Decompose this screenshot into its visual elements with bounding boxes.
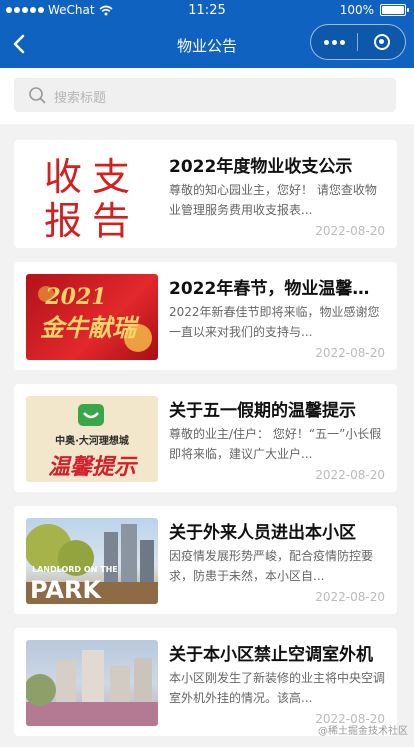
notice-card[interactable]: 关于本小区禁止空调室外机 本小区刚发生了新装修的业主将中央空调室外机外挂的情况。…	[14, 628, 397, 736]
notice-title: 关于本小区禁止空调室外机	[169, 645, 373, 665]
notice-desc: 本小区刚发生了新装修的业主将中央空调室外机外挂的情况。该高...	[169, 671, 385, 705]
notice-title: 2022年度物业收支公示	[169, 157, 353, 177]
notice-date: 2022-08-20	[315, 468, 385, 482]
thumb-text-line1: 中奥·大河理想城	[55, 434, 129, 447]
miniprogram-capsule	[310, 24, 406, 60]
more-menu-button[interactable]	[311, 25, 357, 59]
thumb-text-line2: PARK	[30, 576, 102, 604]
thumb-text-line1: 2021	[44, 284, 106, 310]
search-bar: 搜索标题	[0, 68, 414, 124]
battery-percent: 100%	[339, 3, 374, 17]
battery-area: 100%	[339, 3, 409, 17]
notice-card[interactable]: 中奥·大河理想城 温馨提示 关于五一假期的温馨提示 尊敬的业主/住户： 您好！“…	[14, 384, 397, 492]
notice-card[interactable]: 2021 金牛献瑞 2022年春节，物业温馨提示 2022年新春佳节即将来临，物…	[14, 262, 397, 370]
notice-title: 关于五一假期的温馨提示	[169, 401, 356, 421]
notice-thumbnail: 收支 报告	[26, 152, 158, 238]
search-icon	[29, 87, 46, 104]
notice-desc: 尊敬的业主/住户： 您好！“五一”小长假即将来临，建议广大业户...	[169, 427, 382, 461]
notice-date: 2022-08-20	[315, 590, 385, 604]
notice-card[interactable]: 收支 报告 2022年度物业收支公示 尊敬的知心园业主，您好！ 请您查收物业管理…	[14, 140, 397, 248]
search-input[interactable]: 搜索标题	[14, 78, 396, 112]
close-miniprogram-button[interactable]	[358, 25, 405, 59]
notice-date: 2022-08-20	[315, 346, 385, 360]
notice-desc: 尊敬的知心园业主，您好！ 请您查收物业管理服务费用收支报表...	[169, 183, 377, 217]
notice-desc: 2022年新春佳节即将来临，物业感谢您一直以来对我们的支持与...	[169, 305, 380, 339]
thumb-text-line2: 金牛献瑞	[40, 313, 140, 342]
thumb-text-line1: LANDLORD ON THE	[32, 565, 118, 574]
battery-icon	[380, 4, 409, 16]
notice-thumbnail: LANDLORD ON THE PARK	[26, 518, 158, 604]
search-placeholder: 搜索标题	[54, 91, 107, 106]
notice-thumbnail: 中奥·大河理想城 温馨提示	[26, 396, 158, 482]
notice-title: 关于外来人员进出本小区	[169, 523, 356, 543]
nav-bar: 物业公告	[0, 22, 414, 68]
thumb-text-line1: 收支	[44, 155, 140, 199]
notice-thumbnail: 2021 金牛献瑞	[26, 274, 158, 360]
status-bar: WeChat 11:25 100%	[0, 0, 414, 22]
notice-title: 2022年春节，物业温馨提示	[169, 279, 385, 299]
notice-date: 2022-08-20	[315, 224, 385, 238]
thumb-text-line2: 报告	[44, 199, 140, 238]
thumb-text-line2: 温馨提示	[48, 454, 139, 480]
close-circle-icon	[373, 34, 390, 50]
notice-thumbnail	[26, 640, 158, 726]
watermark: @稀土掘金技术社区	[318, 726, 408, 737]
notice-card[interactable]: LANDLORD ON THE PARK 关于外来人员进出本小区 因疫情发展形势…	[14, 506, 397, 614]
notice-desc: 因疫情发展形势严峻，配合疫情防控要求，防患于未然，本小区自...	[169, 549, 374, 583]
